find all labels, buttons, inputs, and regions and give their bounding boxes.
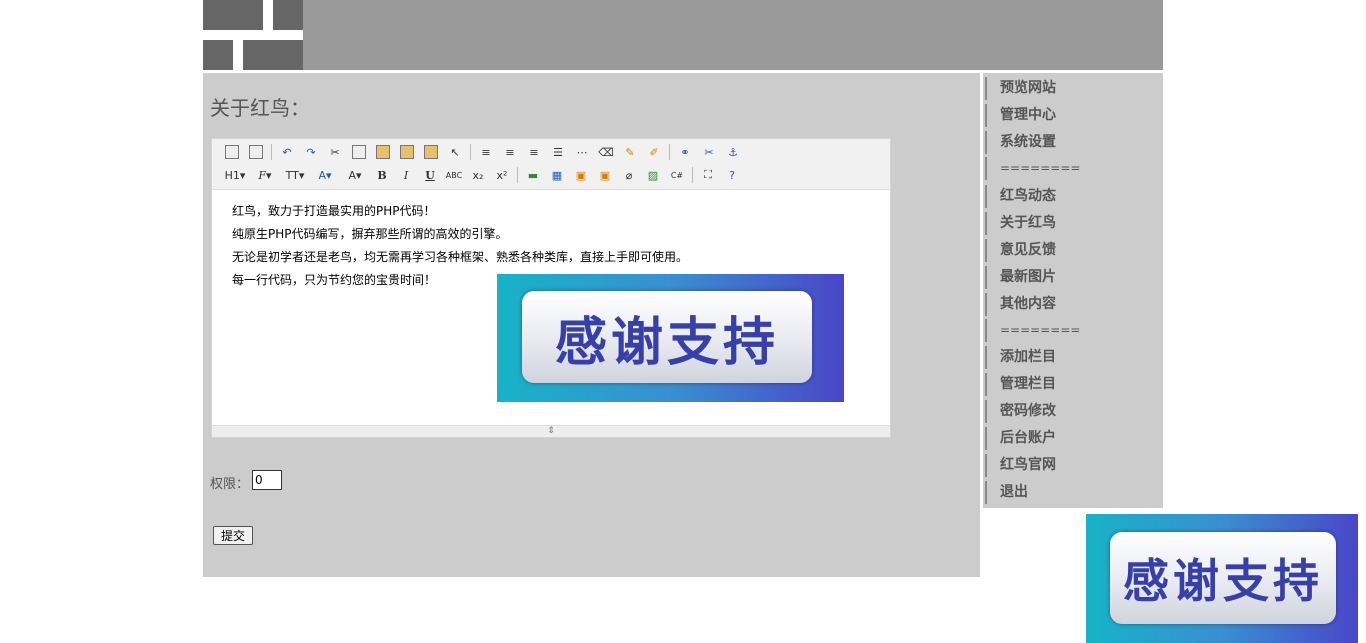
editor-content[interactable]: 红鸟，致力于打造最实用的PHP代码！ 纯原生PHP代码编写，摒弃那些所谓的高效的… bbox=[212, 189, 890, 427]
image-text: 感谢支持 bbox=[1110, 532, 1336, 624]
image-text: 感谢支持 bbox=[522, 291, 812, 383]
sidebar-item-feedback[interactable]: 意见反馈 bbox=[985, 239, 1056, 262]
italic-button[interactable]: I bbox=[397, 166, 415, 184]
paste-text-icon[interactable] bbox=[398, 143, 416, 161]
logo-block bbox=[273, 0, 303, 30]
sidebar-separator: ======== bbox=[985, 157, 1080, 180]
sidebar-item-preview-site[interactable]: 预览网站 bbox=[985, 77, 1056, 100]
font-size-label: TT bbox=[285, 168, 299, 182]
content-line: 纯原生PHP代码编写，摒弃那些所谓的高效的引擎。 bbox=[232, 227, 508, 241]
toolbar-separator bbox=[669, 144, 670, 160]
toolbar-separator bbox=[470, 144, 471, 160]
font-family-dropdown[interactable]: F ▾ bbox=[253, 166, 277, 184]
superscript-button[interactable]: x² bbox=[493, 166, 511, 184]
content-line: 无论是初学者还是老鸟，均无需再学习各种框架、熟悉各种类库，直接上手即可使用。 bbox=[232, 250, 689, 264]
paste-word2-icon[interactable] bbox=[422, 143, 440, 161]
align-right-icon[interactable]: ≡ bbox=[525, 143, 543, 161]
sidebar-item-admin-center[interactable]: 管理中心 bbox=[985, 104, 1056, 127]
source-icon[interactable]: ✐ bbox=[645, 143, 663, 161]
select-icon[interactable]: ↖ bbox=[446, 143, 464, 161]
underline-button[interactable]: U bbox=[421, 166, 439, 184]
embedded-image[interactable]: 感谢支持 bbox=[497, 274, 844, 402]
font-family-label: F bbox=[258, 168, 267, 182]
page-title: 关于红鸟： bbox=[210, 96, 310, 120]
font-color-dropdown[interactable]: A ▾ bbox=[313, 166, 337, 184]
font-size-dropdown[interactable]: TT ▾ bbox=[283, 166, 307, 184]
logo-block bbox=[203, 40, 233, 70]
rich-text-editor[interactable]: ↶ ↷ ✂ ↖ ≡ ≡ ≡ ☰ ⋯ ⌫ ✎ ✐ ⚭ ✂ ⚓ H1 ▾ F ▾ T… bbox=[211, 138, 891, 438]
insert-media-icon[interactable]: ▣ bbox=[596, 166, 614, 184]
subscript-button[interactable]: x₂ bbox=[469, 166, 487, 184]
sidebar-item-news[interactable]: 红鸟动态 bbox=[985, 185, 1056, 208]
align-justify-icon[interactable]: ☰ bbox=[549, 143, 567, 161]
content-line: 每一行代码，只为节约您的宝贵时间！ bbox=[232, 273, 437, 287]
logo-block bbox=[203, 0, 263, 30]
support-image: 感谢支持 bbox=[1086, 514, 1358, 643]
insert-row-icon[interactable]: ▬ bbox=[524, 166, 542, 184]
align-center-icon[interactable]: ≡ bbox=[501, 143, 519, 161]
logo[interactable] bbox=[203, 0, 303, 70]
link-icon[interactable]: ⚭ bbox=[676, 143, 694, 161]
table-icon[interactable]: ▦ bbox=[548, 166, 566, 184]
paste-icon[interactable] bbox=[374, 143, 392, 161]
sidebar-item-add-column[interactable]: 添加栏目 bbox=[985, 346, 1056, 369]
cut-icon[interactable]: ✂ bbox=[326, 143, 344, 161]
unlink-icon[interactable]: ✂ bbox=[700, 143, 718, 161]
redo-icon[interactable]: ↷ bbox=[302, 143, 320, 161]
toolbar-separator bbox=[271, 144, 272, 160]
sidebar: 预览网站 管理中心 系统设置 ======== 红鸟动态 关于红鸟 意见反馈 最… bbox=[983, 73, 1163, 508]
sidebar-item-official-site[interactable]: 红鸟官网 bbox=[985, 454, 1056, 477]
toolbar-row-2: H1 ▾ F ▾ TT ▾ A ▾ A ▾ B I U ABC x₂ x² ▬ ▦ ▣ ▣… bbox=[220, 164, 744, 186]
sidebar-item-system-settings[interactable]: 系统设置 bbox=[985, 131, 1056, 154]
sidebar-item-about[interactable]: 关于红鸟 bbox=[985, 212, 1056, 235]
main-content: 关于红鸟： ↶ ↷ ✂ ↖ ≡ ≡ ≡ ☰ ⋯ ⌫ ✎ ✐ ⚭ ✂ ⚓ H1 ▾… bbox=[203, 73, 980, 577]
font-color-label: A bbox=[318, 168, 326, 182]
sidebar-item-admin-accounts[interactable]: 后台账户 bbox=[985, 427, 1056, 450]
heading-dropdown[interactable]: H1 ▾ bbox=[223, 166, 247, 184]
help-icon[interactable]: ? bbox=[723, 166, 741, 184]
editor-toolbar: ↶ ↷ ✂ ↖ ≡ ≡ ≡ ☰ ⋯ ⌫ ✎ ✐ ⚭ ✂ ⚓ H1 ▾ F ▾ T… bbox=[212, 139, 890, 190]
highlight-label: A bbox=[348, 168, 356, 182]
permission-label: 权限： bbox=[210, 477, 250, 492]
undo-icon[interactable]: ↶ bbox=[278, 143, 296, 161]
align-left-icon[interactable]: ≡ bbox=[477, 143, 495, 161]
preview-icon[interactable] bbox=[247, 143, 265, 161]
header-bar bbox=[203, 0, 1163, 70]
sidebar-item-logout[interactable]: 退出 bbox=[985, 481, 1028, 504]
toolbar-row-1: ↶ ↷ ✂ ↖ ≡ ≡ ≡ ☰ ⋯ ⌫ ✎ ✐ ⚭ ✂ ⚓ bbox=[220, 141, 745, 163]
attachment-icon[interactable]: ⌀ bbox=[620, 166, 638, 184]
sidebar-item-manage-column[interactable]: 管理栏目 bbox=[985, 373, 1056, 396]
image-icon[interactable]: ▨ bbox=[644, 166, 662, 184]
anchor-icon[interactable]: ⚓ bbox=[724, 143, 742, 161]
sidebar-item-latest-images[interactable]: 最新图片 bbox=[985, 266, 1056, 289]
submit-button[interactable]: 提交 bbox=[213, 526, 253, 545]
highlight-dropdown[interactable]: A ▾ bbox=[343, 166, 367, 184]
eraser-icon[interactable]: ⌫ bbox=[597, 143, 615, 161]
paste-word-icon[interactable] bbox=[223, 143, 241, 161]
toolbar-separator bbox=[692, 167, 693, 183]
resize-handle[interactable]: ⇕ bbox=[212, 425, 890, 437]
heading-label: H1 bbox=[224, 168, 240, 182]
logo-block bbox=[243, 40, 303, 70]
sidebar-item-other-content[interactable]: 其他内容 bbox=[985, 293, 1056, 316]
sidebar-item-change-password[interactable]: 密码修改 bbox=[985, 400, 1056, 423]
horizontal-rule-icon[interactable]: ⋯ bbox=[573, 143, 591, 161]
toolbar-separator bbox=[517, 167, 518, 183]
insert-image-icon[interactable]: ▣ bbox=[572, 166, 590, 184]
content-line: 红鸟，致力于打造最实用的PHP代码！ bbox=[232, 204, 436, 218]
bold-button[interactable]: B bbox=[373, 166, 391, 184]
code-icon[interactable]: C# bbox=[668, 166, 686, 184]
fullscreen-icon[interactable]: ⛶ bbox=[699, 166, 717, 184]
copy-icon[interactable] bbox=[350, 143, 368, 161]
brush-icon[interactable]: ✎ bbox=[621, 143, 639, 161]
permission-input[interactable] bbox=[252, 470, 282, 490]
sidebar-separator: ======== bbox=[985, 319, 1080, 342]
strikethrough-button[interactable]: ABC bbox=[445, 166, 463, 184]
